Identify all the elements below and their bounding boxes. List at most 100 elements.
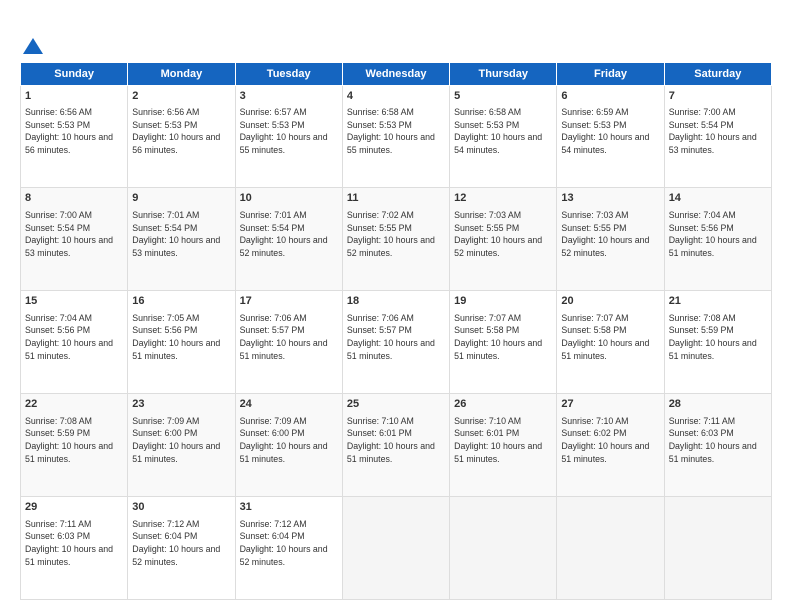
calendar-day-cell: 1Sunrise: 6:56 AM Sunset: 5:53 PM Daylig… <box>21 85 128 188</box>
calendar-week-row: 1Sunrise: 6:56 AM Sunset: 5:53 PM Daylig… <box>21 85 772 188</box>
calendar-day-cell: 16 Sunrise: 7:05 AM Sunset: 5:56 PM Dayli… <box>128 291 235 394</box>
calendar-day-cell <box>557 497 664 600</box>
day-number: 19 <box>454 294 552 309</box>
day-number: 13 <box>561 191 659 206</box>
day-of-week-header: Tuesday <box>235 62 342 85</box>
day-number: 18 <box>347 294 445 309</box>
day-detail: Sunrise: 6:58 AM Sunset: 5:53 PM Dayligh… <box>347 106 445 157</box>
day-detail: Sunrise: 6:57 AM Sunset: 5:53 PM Dayligh… <box>240 106 338 157</box>
day-number: 31 <box>240 500 338 515</box>
calendar-day-cell: 26 Sunrise: 7:10 AM Sunset: 6:01 PM Dayli… <box>450 394 557 497</box>
calendar-day-cell: 7 Sunrise: 7:00 AM Sunset: 5:54 PM Daylig… <box>664 85 771 188</box>
calendar-day-cell <box>664 497 771 600</box>
calendar-day-cell: 14 Sunrise: 7:04 AM Sunset: 5:56 PM Dayli… <box>664 188 771 291</box>
day-detail: Sunrise: 7:08 AM Sunset: 5:59 PM Dayligh… <box>669 312 767 363</box>
day-of-week-header: Friday <box>557 62 664 85</box>
calendar-week-row: 15Sunrise: 7:04 AM Sunset: 5:56 PM Dayli… <box>21 291 772 394</box>
day-detail: Sunrise: 7:03 AM Sunset: 5:55 PM Dayligh… <box>454 209 552 260</box>
day-detail: Sunrise: 7:10 AM Sunset: 6:01 PM Dayligh… <box>454 415 552 466</box>
day-number: 2 <box>132 89 230 104</box>
day-detail: Sunrise: 6:59 AM Sunset: 5:53 PM Dayligh… <box>561 106 659 157</box>
day-number: 28 <box>669 397 767 412</box>
day-detail: Sunrise: 7:00 AM Sunset: 5:54 PM Dayligh… <box>25 209 123 260</box>
day-detail: Sunrise: 7:01 AM Sunset: 5:54 PM Dayligh… <box>240 209 338 260</box>
calendar-day-cell: 30Sunrise: 7:12 AM Sunset: 6:04 PM Dayli… <box>128 497 235 600</box>
day-number: 14 <box>669 191 767 206</box>
day-number: 22 <box>25 397 123 412</box>
calendar-body: 1Sunrise: 6:56 AM Sunset: 5:53 PM Daylig… <box>21 85 772 599</box>
day-detail: Sunrise: 7:11 AM Sunset: 6:03 PM Dayligh… <box>25 518 123 569</box>
day-number: 26 <box>454 397 552 412</box>
day-number: 12 <box>454 191 552 206</box>
calendar-table: SundayMondayTuesdayWednesdayThursdayFrid… <box>20 62 772 600</box>
day-number: 1 <box>25 89 123 104</box>
calendar-header-row: SundayMondayTuesdayWednesdayThursdayFrid… <box>21 62 772 85</box>
calendar-day-cell <box>342 497 449 600</box>
day-number: 23 <box>132 397 230 412</box>
logo-icon <box>23 38 43 54</box>
day-detail: Sunrise: 7:06 AM Sunset: 5:57 PM Dayligh… <box>240 312 338 363</box>
day-number: 3 <box>240 89 338 104</box>
day-number: 11 <box>347 191 445 206</box>
calendar-day-cell: 25 Sunrise: 7:10 AM Sunset: 6:01 PM Dayli… <box>342 394 449 497</box>
calendar-day-cell: 5Sunrise: 6:58 AM Sunset: 5:53 PM Daylig… <box>450 85 557 188</box>
calendar-week-row: 22 Sunrise: 7:08 AM Sunset: 5:59 PM Dayli… <box>21 394 772 497</box>
day-number: 17 <box>240 294 338 309</box>
day-detail: Sunrise: 7:04 AM Sunset: 5:56 PM Dayligh… <box>669 209 767 260</box>
calendar-day-cell <box>450 497 557 600</box>
day-detail: Sunrise: 7:09 AM Sunset: 6:00 PM Dayligh… <box>132 415 230 466</box>
day-number: 29 <box>25 500 123 515</box>
day-detail: Sunrise: 7:11 AM Sunset: 6:03 PM Dayligh… <box>669 415 767 466</box>
calendar-day-cell: 9 Sunrise: 7:01 AM Sunset: 5:54 PM Daylig… <box>128 188 235 291</box>
day-detail: Sunrise: 7:07 AM Sunset: 5:58 PM Dayligh… <box>561 312 659 363</box>
calendar-day-cell: 2Sunrise: 6:56 AM Sunset: 5:53 PM Daylig… <box>128 85 235 188</box>
calendar-day-cell: 10 Sunrise: 7:01 AM Sunset: 5:54 PM Dayli… <box>235 188 342 291</box>
calendar-day-cell: 17 Sunrise: 7:06 AM Sunset: 5:57 PM Dayli… <box>235 291 342 394</box>
calendar-day-cell: 8 Sunrise: 7:00 AM Sunset: 5:54 PM Daylig… <box>21 188 128 291</box>
calendar-day-cell: 4 Sunrise: 6:58 AM Sunset: 5:53 PM Daylig… <box>342 85 449 188</box>
day-detail: Sunrise: 7:01 AM Sunset: 5:54 PM Dayligh… <box>132 209 230 260</box>
day-number: 6 <box>561 89 659 104</box>
calendar-day-cell: 27 Sunrise: 7:10 AM Sunset: 6:02 PM Dayli… <box>557 394 664 497</box>
day-of-week-header: Sunday <box>21 62 128 85</box>
day-number: 30 <box>132 500 230 515</box>
day-number: 8 <box>25 191 123 206</box>
calendar-day-cell: 24Sunrise: 7:09 AM Sunset: 6:00 PM Dayli… <box>235 394 342 497</box>
day-of-week-header: Saturday <box>664 62 771 85</box>
day-detail: Sunrise: 7:00 AM Sunset: 5:54 PM Dayligh… <box>669 106 767 157</box>
day-detail: Sunrise: 7:08 AM Sunset: 5:59 PM Dayligh… <box>25 415 123 466</box>
day-number: 27 <box>561 397 659 412</box>
day-number: 4 <box>347 89 445 104</box>
calendar-day-cell: 3 Sunrise: 6:57 AM Sunset: 5:53 PM Daylig… <box>235 85 342 188</box>
day-number: 16 <box>132 294 230 309</box>
day-number: 25 <box>347 397 445 412</box>
day-detail: Sunrise: 7:02 AM Sunset: 5:55 PM Dayligh… <box>347 209 445 260</box>
day-detail: Sunrise: 7:05 AM Sunset: 5:56 PM Dayligh… <box>132 312 230 363</box>
day-number: 10 <box>240 191 338 206</box>
calendar-day-cell: 23 Sunrise: 7:09 AM Sunset: 6:00 PM Dayli… <box>128 394 235 497</box>
calendar-day-cell: 19 Sunrise: 7:07 AM Sunset: 5:58 PM Dayli… <box>450 291 557 394</box>
calendar-day-cell: 15Sunrise: 7:04 AM Sunset: 5:56 PM Dayli… <box>21 291 128 394</box>
day-detail: Sunrise: 7:12 AM Sunset: 6:04 PM Dayligh… <box>240 518 338 569</box>
day-number: 21 <box>669 294 767 309</box>
calendar-day-cell: 28 Sunrise: 7:11 AM Sunset: 6:03 PM Dayli… <box>664 394 771 497</box>
day-detail: Sunrise: 7:06 AM Sunset: 5:57 PM Dayligh… <box>347 312 445 363</box>
day-detail: Sunrise: 7:10 AM Sunset: 6:02 PM Dayligh… <box>561 415 659 466</box>
calendar-day-cell: 6 Sunrise: 6:59 AM Sunset: 5:53 PM Daylig… <box>557 85 664 188</box>
calendar-day-cell: 22 Sunrise: 7:08 AM Sunset: 5:59 PM Dayli… <box>21 394 128 497</box>
day-number: 24 <box>240 397 338 412</box>
day-detail: Sunrise: 6:58 AM Sunset: 5:53 PM Dayligh… <box>454 106 552 157</box>
calendar-day-cell: 31 Sunrise: 7:12 AM Sunset: 6:04 PM Dayli… <box>235 497 342 600</box>
day-of-week-header: Monday <box>128 62 235 85</box>
calendar-day-cell: 18 Sunrise: 7:06 AM Sunset: 5:57 PM Dayli… <box>342 291 449 394</box>
calendar-day-cell: 20Sunrise: 7:07 AM Sunset: 5:58 PM Dayli… <box>557 291 664 394</box>
day-number: 9 <box>132 191 230 206</box>
calendar-day-cell: 29 Sunrise: 7:11 AM Sunset: 6:03 PM Dayli… <box>21 497 128 600</box>
day-number: 7 <box>669 89 767 104</box>
day-detail: Sunrise: 7:10 AM Sunset: 6:01 PM Dayligh… <box>347 415 445 466</box>
calendar-day-cell: 11 Sunrise: 7:02 AM Sunset: 5:55 PM Dayli… <box>342 188 449 291</box>
day-detail: Sunrise: 7:07 AM Sunset: 5:58 PM Dayligh… <box>454 312 552 363</box>
calendar-day-cell: 13Sunrise: 7:03 AM Sunset: 5:55 PM Dayli… <box>557 188 664 291</box>
page-header <box>20 18 772 54</box>
day-detail: Sunrise: 7:04 AM Sunset: 5:56 PM Dayligh… <box>25 312 123 363</box>
